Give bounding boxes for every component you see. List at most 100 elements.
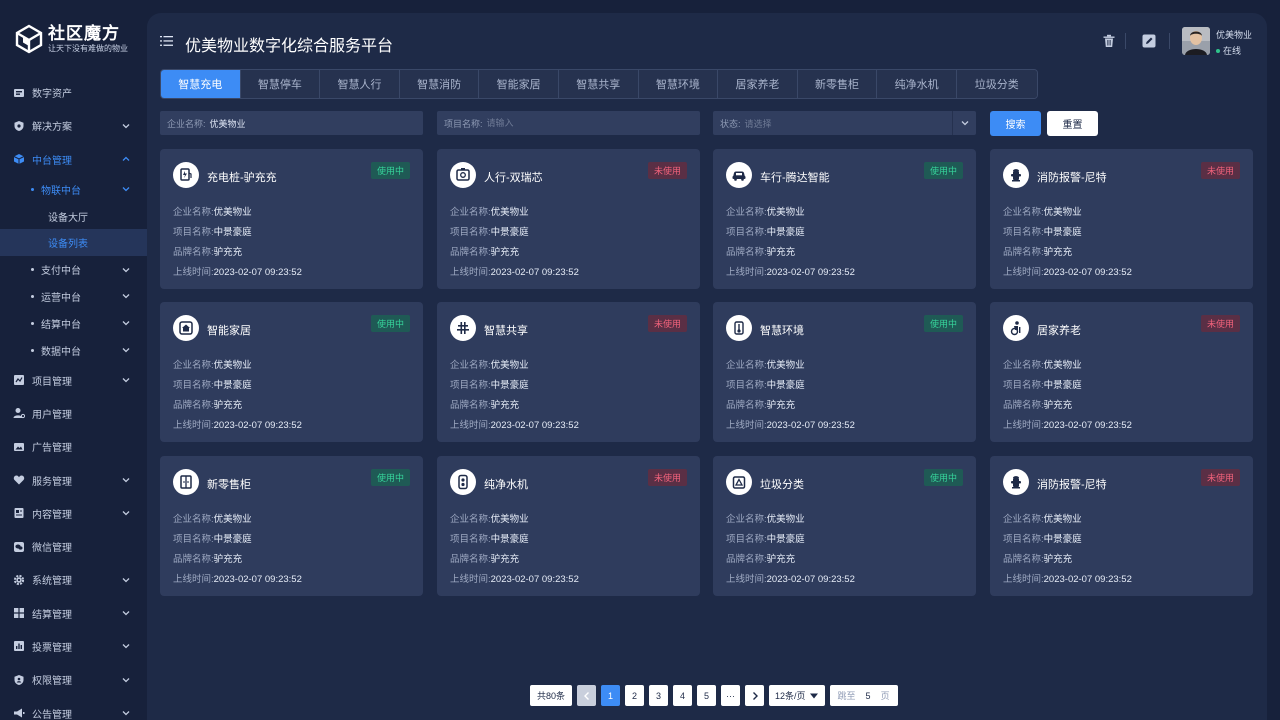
page-button-3[interactable]: 3: [649, 685, 669, 706]
locker-icon: [180, 475, 192, 489]
card-field-label: 上线时间:: [173, 574, 214, 585]
nav-item-announcements[interactable]: 公告管理: [0, 696, 147, 720]
device-card[interactable]: 纯净水机 未使用 企业名称:优美物业 项目名称:中景豪庭 品牌名称:驴充充 上线时间:20…: [437, 456, 700, 596]
pagination: 共80条 1 2 3 4 5 ··· 12条/页 跳至 5 页: [530, 685, 903, 706]
nav-item-solutions[interactable]: 解决方案: [0, 109, 147, 142]
card-field-time: 上线时间:2023-02-07 09:23:52: [450, 571, 579, 585]
nav-sub-payment[interactable]: 支付中台: [0, 256, 147, 283]
nav-item-ads[interactable]: 广告管理: [0, 430, 147, 463]
tab-smart-pedestrian[interactable]: 智慧人行: [320, 70, 400, 98]
trash-icon[interactable]: [1102, 34, 1116, 48]
device-card[interactable]: 智能家居 使用中 企业名称:优美物业 项目名称:中景豪庭 品牌名称:驴充充 上线时间:20…: [160, 302, 423, 442]
nav-item-permissions[interactable]: 权限管理: [0, 663, 147, 696]
device-card[interactable]: 车行-腾达智能 使用中 企业名称:优美物业 项目名称:中景豪庭 品牌名称:驴充充 上线时间…: [713, 149, 976, 289]
tab-smart-charging[interactable]: 智慧充电: [161, 70, 241, 98]
prev-page-button[interactable]: [577, 685, 597, 706]
card-field-label: 项目名称:: [450, 534, 491, 545]
nav-item-project[interactable]: 项目管理: [0, 363, 147, 396]
next-page-button[interactable]: [745, 685, 765, 706]
card-field-value: 驴充充: [213, 400, 243, 411]
card-field-value: 2023-02-07 09:23:52: [766, 267, 855, 278]
status-select[interactable]: 状态: 请选择: [713, 111, 976, 135]
nav-item-label: 中台管理: [32, 155, 72, 167]
nav-item-label: 微信管理: [32, 543, 72, 555]
nav-leaf-device-list[interactable]: 设备列表: [0, 229, 147, 257]
nav-sub-iot[interactable]: 物联中台: [0, 176, 147, 203]
tab-smart-sharing[interactable]: 智慧共享: [558, 70, 639, 98]
page-button-4[interactable]: 4: [673, 685, 693, 706]
card-field-time: 上线时间:2023-02-07 09:23:52: [173, 264, 302, 278]
avatar[interactable]: [1182, 27, 1210, 55]
nav-sub-settlement[interactable]: 结算中台: [0, 310, 147, 337]
nav-item-services[interactable]: 服务管理: [0, 463, 147, 496]
jump-input[interactable]: 5: [866, 691, 871, 701]
tab-smart-fire[interactable]: 智慧消防: [399, 70, 480, 98]
page-button-5[interactable]: 5: [697, 685, 717, 706]
select-arrow[interactable]: [952, 111, 976, 135]
page-size-select[interactable]: 12条/页: [769, 685, 825, 706]
device-card[interactable]: 消防报警-尼特 未使用 企业名称:优美物业 项目名称:中景豪庭 品牌名称:驴充充 上线时间…: [990, 149, 1253, 289]
device-title: 居家养老: [1037, 325, 1081, 337]
device-icon-badge: [173, 162, 199, 188]
company-filter[interactable]: 企业名称: 优美物业: [160, 111, 423, 135]
device-card[interactable]: 居家养老 未使用 企业名称:优美物业 项目名称:中景豪庭 品牌名称:驴充充 上线时间:20…: [990, 302, 1253, 442]
card-field-label: 企业名称:: [173, 360, 214, 371]
nav-item-billing[interactable]: 结算管理: [0, 597, 147, 630]
caret-down-icon: [809, 693, 818, 698]
bullet-dot: [31, 348, 34, 352]
device-card[interactable]: 智慧共享 未使用 企业名称:优美物业 项目名称:中景豪庭 品牌名称:驴充充 上线时间:20…: [437, 302, 700, 442]
tab-smart-environment[interactable]: 智慧环境: [638, 70, 719, 98]
status-filter-label: 状态:: [720, 118, 741, 129]
reset-button[interactable]: 重置: [1047, 111, 1098, 136]
nav-item-wechat[interactable]: 微信管理: [0, 530, 147, 563]
card-field-time: 上线时间:2023-02-07 09:23:52: [726, 417, 855, 431]
device-card[interactable]: 新零售柜 使用中 企业名称:优美物业 项目名称:中景豪庭 品牌名称:驴充充 上线时间:20…: [160, 456, 423, 596]
nav-item-system[interactable]: 系统管理: [0, 563, 147, 596]
tab-water-machine[interactable]: 纯净水机: [877, 70, 957, 98]
nav-item-digital-assets[interactable]: 数字资产: [0, 76, 147, 109]
nav-item-label: 数字资产: [32, 89, 72, 101]
card-field-value: 2023-02-07 09:23:52: [213, 574, 302, 585]
card-field-time: 上线时间:2023-02-07 09:23:52: [450, 417, 579, 431]
page-button-1[interactable]: 1: [601, 685, 621, 706]
logo[interactable]: 社区魔方 让天下没有难做的物业: [14, 24, 128, 54]
tab-elderly-care[interactable]: 居家养老: [718, 70, 798, 98]
project-input[interactable]: [486, 118, 667, 128]
tab-smart-parking[interactable]: 智慧停车: [240, 70, 321, 98]
menu-toggle-icon[interactable]: [160, 35, 173, 47]
card-field-label: 品牌名称:: [173, 247, 214, 258]
card-field-label: 企业名称:: [450, 514, 491, 525]
more-pages-button[interactable]: ···: [721, 685, 741, 706]
device-card[interactable]: 垃圾分类 使用中 企业名称:优美物业 项目名称:中景豪庭 品牌名称:驴充充 上线时间:20…: [713, 456, 976, 596]
card-field-label: 企业名称:: [1003, 514, 1044, 525]
tab-smart-home[interactable]: 智能家居: [479, 70, 559, 98]
chevron-down-icon: [122, 348, 130, 353]
logo-subtitle: 让天下没有难做的物业: [48, 43, 128, 53]
device-card[interactable]: 智慧环境 使用中 企业名称:优美物业 项目名称:中景豪庭 品牌名称:驴充充 上线时间:20…: [713, 302, 976, 442]
tab-garbage-sorting[interactable]: 垃圾分类: [956, 70, 1037, 98]
page-button-2[interactable]: 2: [625, 685, 645, 706]
nav-sub-operation[interactable]: 运营中台: [0, 283, 147, 310]
nav-item-content[interactable]: 内容管理: [0, 497, 147, 530]
card-field-value: 驴充充: [213, 554, 243, 565]
tab-new-retail[interactable]: 新零售柜: [797, 70, 878, 98]
card-field-label: 项目名称:: [726, 534, 767, 545]
nav-item-users[interactable]: 用户管理: [0, 397, 147, 430]
grid-icon: [13, 607, 25, 619]
device-card[interactable]: 消防报警-尼特 未使用 企业名称:优美物业 项目名称:中景豪庭 品牌名称:驴充充 上线时间…: [990, 456, 1253, 596]
nav-leaf-device-hall[interactable]: 设备大厅: [0, 203, 147, 230]
chevron-down-icon: [122, 378, 130, 383]
device-card[interactable]: 充电桩-驴充充 使用中 企业名称:优美物业 项目名称:中景豪庭 品牌名称:驴充充 上线时间…: [160, 149, 423, 289]
search-button[interactable]: 搜索: [990, 111, 1041, 136]
device-card[interactable]: 人行-双瑞芯 未使用 企业名称:优美物业 项目名称:中景豪庭 品牌名称:驴充充 上线时间:…: [437, 149, 700, 289]
card-field-company: 企业名称:优美物业: [450, 357, 529, 371]
edit-icon[interactable]: [1142, 34, 1156, 48]
device-title: 新零售柜: [207, 479, 251, 491]
nav-item-middle-platform[interactable]: 中台管理: [0, 143, 147, 176]
nav-item-label: 公告管理: [32, 709, 72, 720]
bar-chart-icon: [13, 640, 25, 652]
nav-item-voting[interactable]: 投票管理: [0, 630, 147, 663]
page-jump[interactable]: 跳至 5 页: [829, 685, 898, 706]
nav-sub-data[interactable]: 数据中台: [0, 337, 147, 364]
status-badge: 使用中: [370, 469, 410, 486]
